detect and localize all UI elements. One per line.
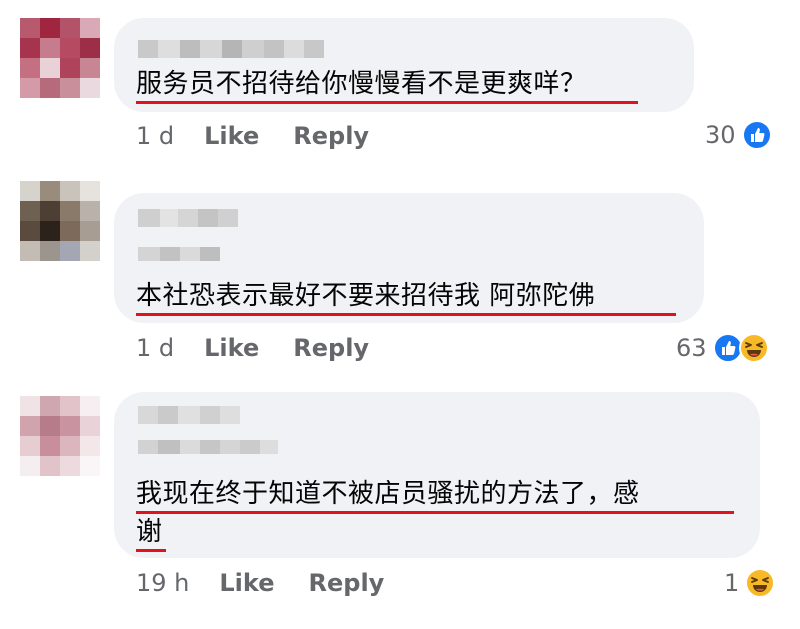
reply-button[interactable]: Reply bbox=[309, 569, 385, 597]
author-subline-redacted bbox=[138, 440, 278, 454]
comment-text: 我现在终于知道不被店员骚扰的方法了，感 bbox=[136, 479, 640, 509]
like-button[interactable]: Like bbox=[219, 569, 274, 597]
author-subline-redacted bbox=[138, 247, 220, 261]
avatar[interactable] bbox=[20, 396, 100, 476]
comment-time[interactable]: 1 d bbox=[136, 334, 174, 362]
highlight-underline bbox=[136, 313, 676, 316]
reactions-summary[interactable]: 30 bbox=[705, 120, 772, 150]
haha-icon bbox=[745, 568, 776, 598]
comment-meta: 1 d Like Reply bbox=[136, 334, 403, 362]
author-name-redacted[interactable] bbox=[138, 406, 240, 424]
reply-button[interactable]: Reply bbox=[293, 122, 369, 150]
comment-2: 本社恐表示最好不要来招待我 阿弥陀佛 1 d Like Reply 63 bbox=[0, 175, 800, 375]
reaction-count: 63 bbox=[676, 334, 707, 362]
comment-1: 服务员不招待给你慢慢看不是更爽咩？ 1 d Like Reply 30 bbox=[0, 0, 800, 170]
reaction-count: 30 bbox=[705, 121, 736, 149]
reactions-summary[interactable]: 63 bbox=[676, 333, 769, 363]
author-name-redacted[interactable] bbox=[138, 40, 324, 58]
comment-time[interactable]: 19 h bbox=[136, 569, 189, 597]
comment-text-continued: 谢 bbox=[136, 517, 163, 547]
reply-button[interactable]: Reply bbox=[293, 334, 369, 362]
reaction-count: 1 bbox=[724, 569, 740, 597]
haha-icon bbox=[738, 333, 769, 363]
comment-text: 本社恐表示最好不要来招待我 阿弥陀佛 bbox=[136, 281, 596, 311]
reactions-summary[interactable]: 1 bbox=[724, 568, 776, 598]
comment-time[interactable]: 1 d bbox=[136, 122, 174, 150]
comment-3: 我现在终于知道不被店员骚扰的方法了，感 谢 19 h Like Reply 1 bbox=[0, 380, 800, 629]
highlight-underline bbox=[136, 511, 734, 514]
highlight-underline bbox=[136, 101, 638, 104]
like-icon bbox=[741, 120, 772, 150]
comment-text: 服务员不招待给你慢慢看不是更爽咩？ bbox=[136, 69, 587, 99]
comment-meta: 19 h Like Reply bbox=[136, 569, 418, 597]
like-button[interactable]: Like bbox=[204, 122, 259, 150]
author-name-redacted[interactable] bbox=[138, 209, 238, 227]
like-button[interactable]: Like bbox=[204, 334, 259, 362]
comment-meta: 1 d Like Reply bbox=[136, 122, 403, 150]
avatar[interactable] bbox=[20, 18, 100, 98]
highlight-underline bbox=[136, 549, 166, 552]
avatar[interactable] bbox=[20, 181, 100, 261]
